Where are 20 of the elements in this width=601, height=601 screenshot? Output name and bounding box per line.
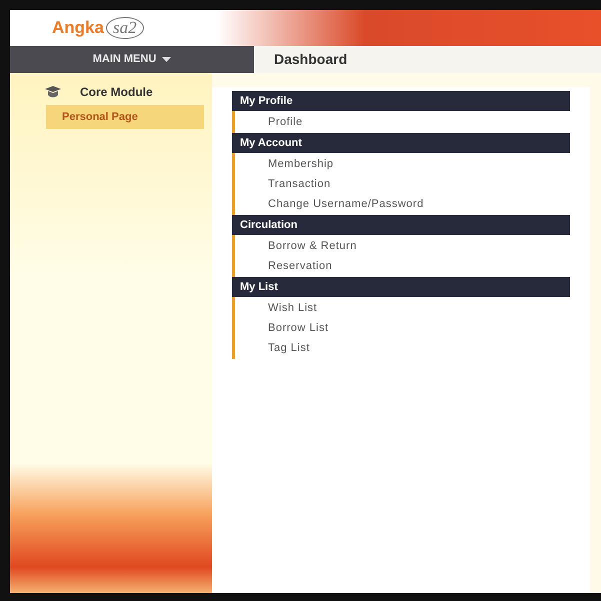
logo-text: Angka [52,17,104,40]
section-header: My Account [232,133,570,153]
menu-link[interactable]: Membership [235,154,570,174]
graduation-cap-icon [44,85,62,99]
menu-link[interactable]: Tag List [235,338,570,358]
menu-link[interactable]: Borrow & Return [235,236,570,256]
module-title: Core Module [80,84,153,101]
menu-link[interactable]: Wish List [235,298,570,318]
menu-link[interactable]: Reservation [235,256,570,276]
section-header: My Profile [232,91,570,111]
menu-link[interactable]: Borrow List [235,318,570,338]
logo-mark: sa2 [106,17,144,39]
page-title: Dashboard [274,50,348,69]
menu-link[interactable]: Change Username/Password [235,194,570,214]
menu-link[interactable]: Profile [235,112,570,132]
section-header: My List [232,277,570,297]
section-header: Circulation [232,215,570,235]
main-menu-button[interactable]: MAIN MENU [10,46,254,73]
menu-link[interactable]: Transaction [235,174,570,194]
caret-icon [162,57,172,62]
